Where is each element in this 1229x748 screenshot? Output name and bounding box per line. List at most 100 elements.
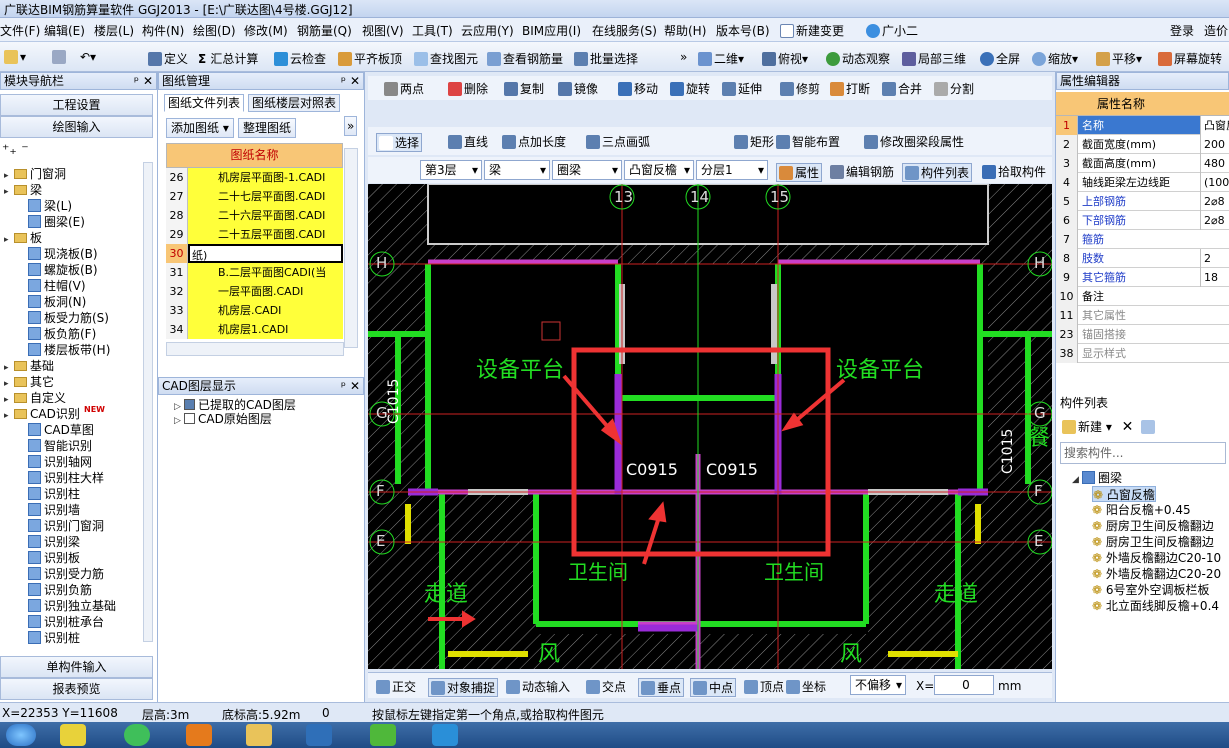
nav-item[interactable]: 板洞(N) [28,294,86,310]
edit-tool-button[interactable]: 旋转 [670,80,710,97]
table-row[interactable]: 27 二十七层平面图.CADI [166,187,343,206]
zoom-button[interactable]: 缩放▾ [1032,50,1078,67]
close-icon[interactable]: ✕ [350,378,360,394]
project-settings-button[interactable]: 工程设置 [0,94,153,116]
nav-item[interactable]: ▸ 自定义 [4,390,66,406]
drawing-name-cell[interactable]: 机房层.CADI [188,301,343,320]
copy-icon[interactable] [1141,420,1156,434]
drawing-name-cell[interactable]: 二十五层平面图.CADI [188,225,343,244]
green-app-icon[interactable] [370,724,396,746]
menu-cloud[interactable]: 云应用(Y) [461,22,514,39]
nav-item[interactable]: 识别受力筋 [28,566,104,582]
table-row[interactable]: 29 二十五层平面图.CADI [166,225,343,244]
save-icon[interactable] [52,50,68,64]
draw-tool-button[interactable]: 直线 [448,133,488,150]
nav-item[interactable]: ▸ 板 [4,230,42,246]
type-select[interactable]: 梁 ▾ [484,160,550,180]
expand-collapse-icon[interactable]: ⁺₊ ⁻ [2,142,29,158]
snap-toggle[interactable]: 正交 [376,678,416,695]
draw-tool-button[interactable]: 点加长度 [502,133,566,150]
property-value[interactable]: (100) [1200,173,1229,192]
property-value[interactable]: 2⌀8 [1200,192,1229,211]
edit-tool-button[interactable]: 分割 [934,80,974,97]
expand-arrow-icon[interactable]: ▸ [4,232,14,248]
top-view-button[interactable]: 俯视▾ [762,50,808,67]
properties-button[interactable]: 属性 [776,163,823,182]
layer-select[interactable]: 分层1 ▾ [696,160,768,180]
property-row[interactable]: 6 下部钢筋 2⌀8 [1056,211,1229,230]
snap-toggle[interactable]: 交点 [586,678,626,695]
property-value[interactable]: 18 [1200,268,1229,287]
assistant-button[interactable]: 广小二 [866,22,918,39]
component-list-item[interactable]: ❁ 北立面线脚反檐+0.4 [1092,598,1219,614]
menu-rebar[interactable]: 钢筋量(Q) [297,22,352,39]
snap-toggle[interactable]: 坐标 [786,678,826,695]
nav-item[interactable]: 识别负筋 [28,582,92,598]
menu-draw[interactable]: 绘图(D) [193,22,236,39]
property-row[interactable]: 9 其它箍筋 18 [1056,268,1229,287]
pan-button[interactable]: 平移▾ [1096,50,1142,67]
property-value[interactable]: 480 [1200,154,1229,173]
snap-toggle[interactable]: 对象捕捉 [428,678,499,697]
draw-tool-button[interactable]: 三点画弧 [586,133,650,150]
component-list-button[interactable]: 构件列表 [902,163,973,182]
property-value[interactable]: 2⌀8 [1200,211,1229,230]
batch-select-button[interactable]: 批量选择 [574,50,638,67]
drawing-name-cell[interactable]: 机房层1.CADI [188,320,343,339]
edit-rebar-button[interactable]: 编辑钢筋 [830,163,894,180]
cloud-check-button[interactable]: 云检查 [274,50,326,67]
nav-item[interactable]: 识别墙 [28,502,80,518]
drawing-name-cell[interactable]: 一层平面图.CADI [188,282,343,301]
property-value[interactable]: 2 [1200,249,1229,268]
nav-item[interactable]: 圈梁(E) [28,214,85,230]
nav-item[interactable]: 识别桩 [28,630,80,646]
nav-item[interactable]: 智能识别 [28,438,92,454]
component-list-item[interactable]: ❁ 外墙反檐翻边C20-20 [1092,566,1221,582]
draw-input-button[interactable]: 绘图输入 [0,116,153,138]
nav-item[interactable]: ▸ 其它 [4,374,54,390]
local-3d-button[interactable]: 局部三维 [902,50,966,67]
taobao-icon[interactable] [186,724,212,746]
nav-item[interactable]: 梁(L) [28,198,72,214]
cost-link[interactable]: 造价 [1204,22,1228,39]
nav-item[interactable]: ▸ 梁 [4,182,42,198]
property-row[interactable]: 7 箍筋 [1056,230,1229,249]
start-icon[interactable] [6,724,36,746]
add-drawing-button[interactable]: 添加图纸 ▾ [166,118,234,138]
table-row[interactable]: 34 机房层1.CADI [166,320,343,339]
component-list-item[interactable]: ❁ 厨房卫生间反檐翻边 [1092,534,1214,550]
component-list-item[interactable]: ❁ 6号室外空调板栏板 [1092,582,1210,598]
find-element-button[interactable]: 查找图元 [414,50,478,67]
edit-tool-button[interactable]: 延伸 [722,80,762,97]
2d-button[interactable]: 二维▾ [698,50,744,67]
component-new-button[interactable]: 新建 ▾ ✕ [1062,418,1157,435]
nav-item[interactable]: 识别轴网 [28,454,92,470]
floor-select[interactable]: 第3层 ▾ [420,160,482,180]
nav-item[interactable]: 识别桩承台 [28,614,104,630]
property-row[interactable]: 23 锚固搭接 [1056,325,1229,344]
pin-icon[interactable]: ᵖ [134,73,139,89]
draw-tool-button[interactable]: 修改圈梁段属性 [864,133,964,150]
tab-drawing-list[interactable]: 图纸文件列表 [164,94,245,112]
component-list-item[interactable]: ❁ 外墙反檐翻边C20-10 [1092,550,1221,566]
nav-scrollbar[interactable] [143,162,153,642]
nav-item[interactable]: 识别柱大样 [28,470,104,486]
app-icon[interactable] [124,724,150,746]
nav-item[interactable]: 板负筋(F) [28,326,96,342]
property-row[interactable]: 5 上部钢筋 2⌀8 [1056,192,1229,211]
edit-tool-button[interactable]: 打断 [830,80,870,97]
snap-toggle[interactable]: 中点 [690,678,737,697]
drawing-name-cell[interactable]: 二十六层平面图.CADI [188,206,343,225]
table-row[interactable]: 31 B.二层平面图CADI(当 [166,263,343,282]
nav-item[interactable]: 识别柱 [28,486,80,502]
snap-toggle[interactable]: 动态输入 [506,678,570,695]
edit-tool-button[interactable]: 删除 [448,80,488,97]
component-search-input[interactable]: 搜索构件... [1060,442,1226,464]
nav-item[interactable]: 楼层板带(H) [28,342,110,358]
property-row[interactable]: 1 名称 凸窗反檐 [1056,116,1229,135]
pick-component-button[interactable]: 拾取构件 [982,163,1046,180]
menu-help[interactable]: 帮助(H) [664,22,706,39]
table-row[interactable]: 32 一层平面图.CADI [166,282,343,301]
open-icon[interactable]: ▾ [4,50,26,64]
edit-tool-button[interactable]: 合并 [882,80,922,97]
